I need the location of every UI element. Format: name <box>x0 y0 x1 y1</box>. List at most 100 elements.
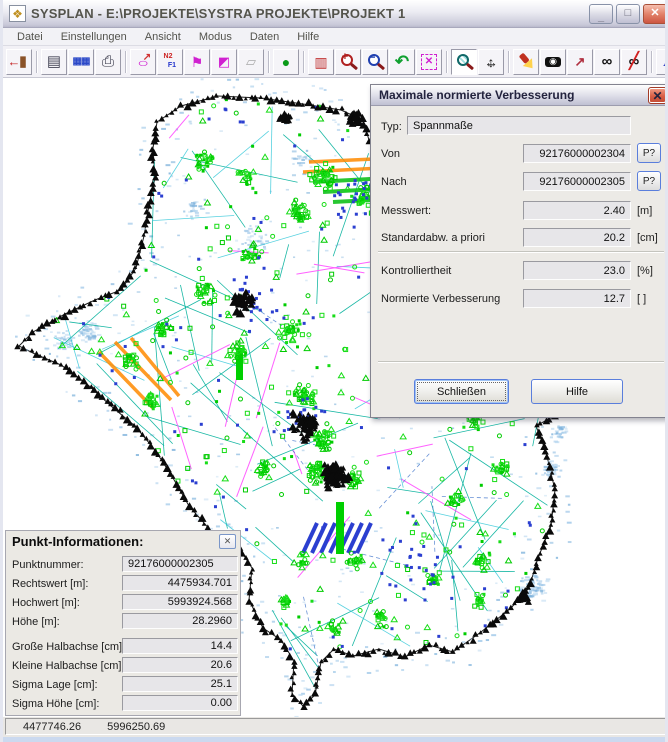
panel-close-button[interactable]: ✕ <box>219 534 236 549</box>
close-icon: ✕ <box>652 89 662 103</box>
menu-bar: Datei Einstellungen Ansicht Modus Daten … <box>3 28 668 46</box>
magnifier-icon <box>368 54 380 66</box>
toolbar-separator <box>268 51 270 73</box>
dashed-box-icon <box>421 54 437 70</box>
sigma-lage-label: Sigma Lage [cm]: <box>12 679 98 691</box>
kontrolliertheit-field: 23.0 <box>523 261 631 280</box>
scale-ruler-button[interactable]: ▥ <box>308 49 334 75</box>
toolbar: ▮← ▤ ▦▦ ⎙ ○↗ N2F1 ⚑ ◩ ▱ ● ▥ + − ↶ ✕ ↔↕ ◉… <box>3 46 668 78</box>
grosse-halbachse-field: 14.4 <box>122 638 238 654</box>
printer-icon: ⎙ <box>96 50 120 74</box>
previous-view-button[interactable]: ↶ <box>389 49 415 75</box>
menu-hilfe[interactable]: Hilfe <box>288 30 328 44</box>
flashlight-icon <box>509 45 543 79</box>
pan-horizontal-icon: ↔ <box>479 50 503 74</box>
minimize-icon: _ <box>598 12 604 23</box>
pan-vertical-icon: ↕ <box>479 50 503 74</box>
nach-label: Nach <box>381 176 407 188</box>
rechtswert-field: 4475934.701 <box>122 575 238 591</box>
print-button[interactable]: ⎙ <box>95 49 121 75</box>
menu-ansicht[interactable]: Ansicht <box>136 30 190 44</box>
arrow-icon: ↗ <box>135 46 159 70</box>
normierte-verbesserung-field: 12.7 <box>523 289 631 308</box>
sigma-lage-field: 25.1 <box>122 676 238 692</box>
hilfe-button[interactable]: Hilfe <box>531 379 623 404</box>
menu-modus[interactable]: Modus <box>190 30 241 44</box>
kontrolliertheit-unit: [%] <box>637 265 653 277</box>
select-region-button[interactable]: ◩ <box>211 49 237 75</box>
sigma-hoehe-label: Sigma Höhe [cm]: <box>12 698 99 710</box>
dialog-title-bar: Maximale normierte Verbesserung ✕ <box>371 85 668 106</box>
point-test-button[interactable]: N2F1 <box>157 49 183 75</box>
stdabw-unit: [cm] <box>637 232 658 244</box>
rechtswert-label: Rechtswert [m]: <box>12 578 88 590</box>
toolbar-separator <box>303 51 305 73</box>
dialog-title: Maximale normierte Verbesserung <box>379 88 574 102</box>
measure-arrow-icon: ↗ <box>568 50 592 74</box>
polygon-button-disabled: ▱ <box>238 49 264 75</box>
show-labels-button[interactable]: A <box>656 49 668 75</box>
schliessen-button[interactable]: Schließen <box>414 379 509 404</box>
nach-field: 92176000002305 <box>523 172 631 191</box>
undo-arrow-icon: ↶ <box>390 50 414 74</box>
exit-button[interactable]: ▮← <box>6 49 32 75</box>
close-button[interactable]: ✕ <box>643 4 667 24</box>
n2-label-icon: N2 <box>156 45 180 69</box>
measure-distance-button[interactable]: ↗ <box>567 49 593 75</box>
find-off-button[interactable]: ∞╱ <box>621 49 647 75</box>
grosse-halbachse-label: Große Halbachse [cm]: <box>12 641 125 653</box>
letter-a-icon: A <box>657 50 668 74</box>
hoehe-label: Höhe [m]: <box>12 616 60 628</box>
bird-icon: ● <box>274 50 298 74</box>
binoculars-icon: ∞ <box>595 50 619 74</box>
error-ellipse-button[interactable]: ○↗ <box>130 49 156 75</box>
point-table-button[interactable]: ▦▦ <box>68 49 94 75</box>
magnifier-icon <box>341 54 353 66</box>
ruler-icon: ▥ <box>309 50 333 74</box>
von-label: Von <box>381 148 400 160</box>
dialog-close-button[interactable]: ✕ <box>648 87 667 104</box>
maximize-button[interactable]: □ <box>616 4 640 24</box>
zoom-in-button[interactable]: + <box>335 49 361 75</box>
zoom-out-button[interactable]: − <box>362 49 388 75</box>
hochwert-field: 5993924.568 <box>122 594 238 610</box>
menu-daten[interactable]: Daten <box>241 30 288 44</box>
zoom-grid-button-active[interactable] <box>451 49 477 75</box>
punktnummer-label: Punktnummer: <box>12 559 84 571</box>
table-icon: ▦▦ <box>69 50 93 74</box>
close-icon: ✕ <box>224 536 232 547</box>
nach-point-lookup-button[interactable]: P? <box>637 171 661 191</box>
application-window: ❖ SYSPLAN - E:\PROJEKTE\SYSTRA PROJEKTE\… <box>0 0 668 742</box>
normierte-verbesserung-label: Normierte Verbesserung <box>381 293 500 305</box>
door-icon: ▮ <box>11 50 35 74</box>
flag-button[interactable]: ⚑ <box>184 49 210 75</box>
pan-button[interactable]: ↔↕ <box>478 49 504 75</box>
toolbar-separator <box>508 51 510 73</box>
status-y-coordinate: 5996250.69 <box>107 721 165 733</box>
plot-bird-button[interactable]: ● <box>273 49 299 75</box>
toolbar-separator <box>36 51 38 73</box>
menu-einstellungen[interactable]: Einstellungen <box>52 30 136 44</box>
von-point-lookup-button[interactable]: P? <box>637 143 661 163</box>
maximize-icon: □ <box>625 8 632 19</box>
typ-label: Typ: <box>381 121 402 133</box>
document-icon: ▤ <box>42 50 66 74</box>
panel-title: Punkt-Informationen: <box>12 534 143 549</box>
visibility-button[interactable]: ◉ <box>540 49 566 75</box>
coordinate-display: 4477746.26 5996250.69 <box>5 718 668 735</box>
status-bar: 4477746.26 5996250.69 <box>3 717 668 737</box>
slash-icon: ╱ <box>622 50 646 74</box>
minimize-button[interactable]: _ <box>589 4 613 24</box>
stdabw-label: Standardabw. a priori <box>381 232 485 244</box>
new-document-button[interactable]: ▤ <box>41 49 67 75</box>
menu-datei[interactable]: Datei <box>8 30 52 44</box>
zoom-window-button[interactable]: ✕ <box>416 49 442 75</box>
grid-magnifier-icon <box>457 54 469 66</box>
flashlight-button[interactable] <box>513 49 539 75</box>
typ-field: Spannmaße <box>407 116 631 135</box>
find-button[interactable]: ∞ <box>594 49 620 75</box>
hoehe-field: 28.2960 <box>122 613 238 629</box>
toolbar-separator <box>446 51 448 73</box>
toolbar-separator <box>125 51 127 73</box>
title-bar: ❖ SYSPLAN - E:\PROJEKTE\SYSTRA PROJEKTE\… <box>3 0 668 28</box>
